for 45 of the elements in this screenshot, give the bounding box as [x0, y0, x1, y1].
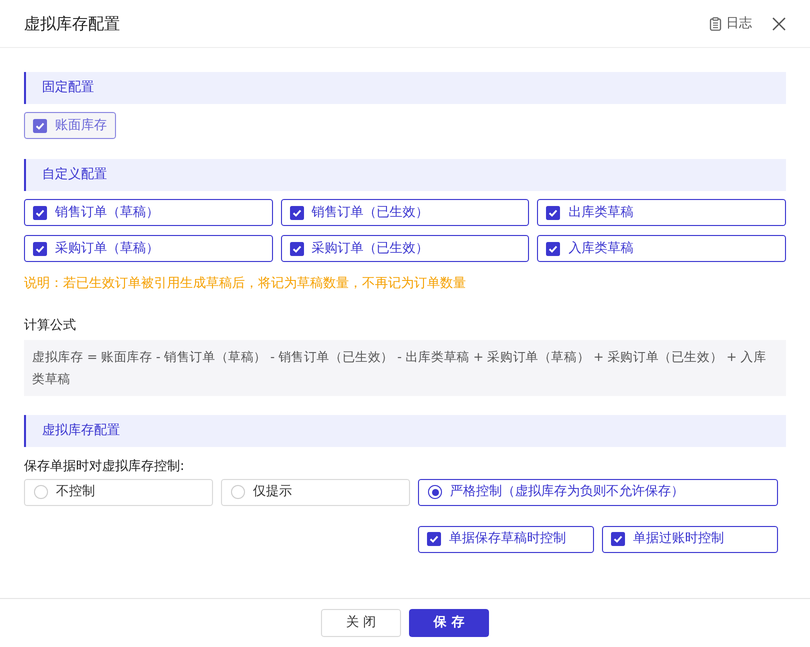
- radio-option[interactable]: 不控制: [24, 478, 213, 506]
- control-label: 保存单据时对虚拟库存控制:: [24, 458, 186, 476]
- option-label: 销售订单（草稿）: [55, 204, 159, 222]
- checkbox-option[interactable]: 销售订单（已生效）: [280, 199, 530, 226]
- close-button[interactable]: [772, 16, 786, 30]
- save-button[interactable]: 保 存: [409, 609, 489, 637]
- dialog-title: 虚拟库存配置: [24, 12, 120, 34]
- note-text: 说明：若已生效订单被引用生成草稿后，将记为草稿数量，不再记为订单数量: [24, 275, 467, 293]
- checkbox[interactable]: [290, 206, 304, 220]
- checkbox[interactable]: [546, 206, 560, 220]
- option-label: 销售订单（已生效）: [312, 204, 429, 222]
- checkbox-option[interactable]: 出库类草稿: [537, 199, 786, 226]
- section-header: 虚拟库存配置: [24, 415, 786, 447]
- radio-option[interactable]: 仅提示: [221, 478, 410, 506]
- checkbox-option[interactable]: 单据过账时控制: [602, 526, 778, 552]
- option-label: 单据保存草稿时控制: [449, 530, 566, 548]
- option-label: 单据过账时控制: [633, 530, 724, 548]
- checkbox-option[interactable]: 采购订单（草稿）: [24, 235, 273, 262]
- section-header: 固定配置: [24, 72, 786, 104]
- option-label: 出库类草稿: [568, 204, 634, 222]
- clipboard-icon: [709, 16, 722, 30]
- checkbox[interactable]: [33, 206, 47, 220]
- option-label: 不控制: [56, 483, 95, 502]
- checkbox-option[interactable]: 单据保存草稿时控制: [418, 526, 594, 552]
- checkbox[interactable]: [427, 532, 441, 546]
- checkbox-option[interactable]: 采购订单（已生效）: [280, 235, 530, 262]
- option-label: 仅提示: [253, 483, 292, 502]
- option-label: 账面库存: [55, 116, 107, 135]
- checkbox[interactable]: [290, 242, 304, 256]
- radio-option[interactable]: 严格控制（虚拟库存为负则不允许保存）: [418, 478, 778, 506]
- radio-button[interactable]: [428, 485, 442, 499]
- checkbox-option[interactable]: 入库类草稿: [537, 235, 786, 262]
- log-button[interactable]: 日志: [709, 14, 752, 34]
- formula-label: 计算公式: [24, 316, 77, 334]
- checkbox-option[interactable]: 销售订单（草稿）: [24, 199, 273, 226]
- option-label: 入库类草稿: [568, 240, 634, 258]
- checkbox[interactable]: [33, 242, 47, 256]
- checkbox[interactable]: [611, 532, 625, 546]
- section-header: 自定义配置: [24, 159, 786, 191]
- option-label: 采购订单（已生效）: [312, 240, 429, 258]
- checkbox[interactable]: [546, 242, 560, 256]
- formula-text: 虚拟库存 = 账面库存 - 销售订单（草稿） - 销售订单（已生效） - 出库类草稿 + 采购订单（草稿） + 采购订单（已生效） + 入库类草稿: [24, 340, 786, 396]
- option-label: 采购订单（草稿）: [55, 240, 159, 258]
- option-label: 严格控制（虚拟库存为负则不允许保存）: [450, 483, 684, 502]
- close-dialog-button[interactable]: 关 闭: [321, 609, 401, 637]
